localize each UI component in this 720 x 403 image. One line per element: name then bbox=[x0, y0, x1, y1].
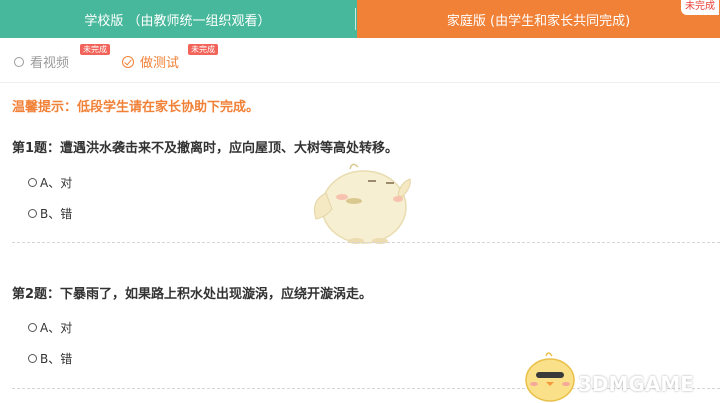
subtab-test-label: 做测试 bbox=[140, 56, 180, 71]
watermark-chick-icon bbox=[520, 348, 580, 403]
option-label: A、对 bbox=[40, 176, 73, 190]
question-2-option-a[interactable]: A、对 bbox=[28, 319, 72, 336]
tab-home-label: 家庭版 (由学生和家长共同完成) bbox=[446, 13, 631, 29]
radio-icon bbox=[14, 56, 24, 67]
option-label: B、错 bbox=[40, 207, 73, 221]
subtab-watch-video[interactable]: 看视频 未完成 bbox=[14, 44, 110, 71]
radio-icon bbox=[28, 323, 37, 332]
question-1-option-a[interactable]: A、对 bbox=[28, 174, 72, 191]
watermark-text: 3DMGAME bbox=[578, 372, 694, 396]
subtab-video-label: 看视频 bbox=[30, 56, 70, 71]
version-tabbar: 学校版 （由教师统一组织观看） 家庭版 (由学生和家长共同完成) 未完成 bbox=[0, 0, 720, 38]
tab-home-version[interactable]: 家庭版 (由学生和家长共同完成) 未完成 bbox=[357, 0, 720, 38]
tip-notice: 温馨提示：低段学生请在家长协助下完成。 bbox=[12, 100, 260, 115]
subtab-do-test[interactable]: 做测试 未完成 bbox=[122, 44, 218, 71]
video-status-badge: 未完成 bbox=[80, 44, 110, 55]
radio-icon bbox=[28, 209, 37, 218]
tab-school-label: 学校版 （由教师统一组织观看） bbox=[84, 13, 271, 29]
radio-icon bbox=[28, 354, 37, 363]
option-label: A、对 bbox=[40, 321, 73, 335]
question-divider bbox=[12, 242, 720, 243]
check-circle-icon bbox=[122, 55, 134, 68]
question-1-text: 第1题：遭遇洪水袭击来不及撤离时，应向屋顶、大树等高处转移。 bbox=[12, 141, 399, 156]
question-2-option-b[interactable]: B、错 bbox=[28, 350, 72, 367]
watermark-logo: 3DMGAME bbox=[578, 372, 694, 396]
page: 学校版 （由教师统一组织观看） 家庭版 (由学生和家长共同完成) 未完成 看视频… bbox=[0, 0, 720, 403]
radio-icon bbox=[28, 178, 37, 187]
test-status-badge: 未完成 bbox=[188, 44, 218, 55]
question-1-option-b[interactable]: B、错 bbox=[28, 205, 72, 222]
chick-mascot-icon bbox=[306, 157, 414, 251]
divider bbox=[0, 82, 720, 83]
question-2-text: 第2题：下暴雨了，如果路上积水处出现漩涡，应绕开漩涡走。 bbox=[12, 287, 373, 302]
tab-school-version[interactable]: 学校版 （由教师统一组织观看） bbox=[0, 0, 355, 38]
home-status-badge: 未完成 bbox=[681, 0, 719, 15]
option-label: B、错 bbox=[40, 352, 73, 366]
task-subtabs: 看视频 未完成 做测试 未完成 bbox=[0, 44, 720, 72]
